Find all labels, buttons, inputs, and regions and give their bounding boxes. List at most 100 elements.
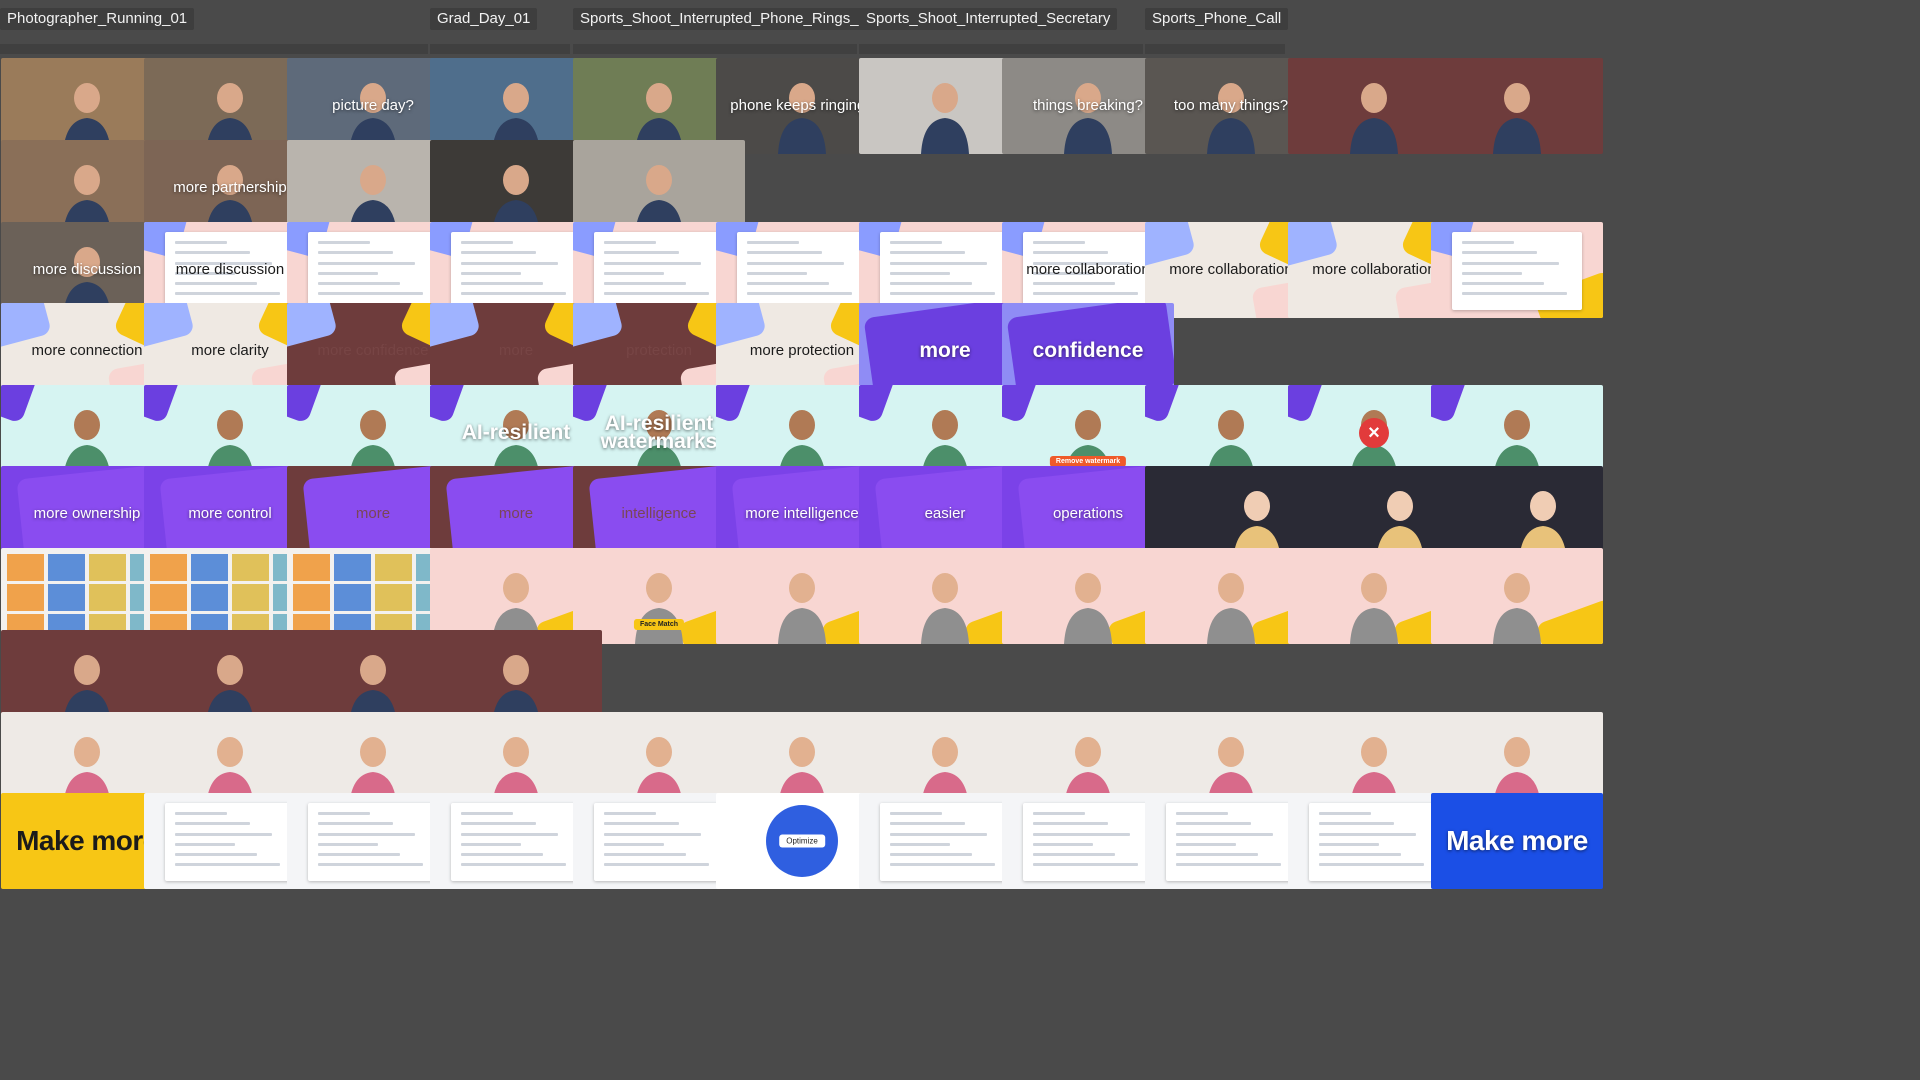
ui-line: [1462, 271, 1523, 275]
ui-line: [890, 241, 943, 245]
ui-line: [461, 292, 566, 296]
clip-label[interactable]: Grad_Day_01: [430, 8, 538, 30]
grid-photo: [150, 584, 187, 611]
ui-line: [1033, 832, 1130, 836]
ui-line: [604, 261, 701, 265]
remove-x-icon: ×: [1359, 418, 1389, 448]
ui-line: [890, 842, 951, 846]
grid-photo: [89, 584, 126, 611]
ui-screenshot: [1308, 802, 1440, 882]
person-figure: [1350, 573, 1398, 644]
ui-line: [1462, 292, 1567, 296]
ui-line: [318, 292, 423, 296]
person-figure: [1207, 573, 1255, 644]
ui-line: [1176, 832, 1273, 836]
grid-photo: [232, 584, 269, 611]
ui-line: [318, 852, 401, 856]
grid-photo: [150, 554, 187, 581]
ui-line: [175, 292, 280, 296]
person-figure: [1207, 83, 1255, 154]
ui-line: [1033, 281, 1116, 285]
clip-track-bar[interactable]: [859, 44, 1143, 54]
ui-line: [1033, 822, 1108, 826]
person-figure: [1493, 83, 1541, 154]
grid-photo: [7, 584, 44, 611]
ui-line: [1176, 852, 1259, 856]
ui-line: [747, 271, 808, 275]
ui-line: [1462, 251, 1537, 255]
grid-photo: [191, 584, 228, 611]
ui-line: [747, 281, 830, 285]
ui-screenshot: [450, 231, 582, 311]
ui-line: [175, 863, 280, 867]
person-figure: [1350, 83, 1398, 154]
clip-label[interactable]: Sports_Phone_Call: [1145, 8, 1289, 30]
ui-line: [890, 261, 987, 265]
ui-screenshot: [450, 802, 582, 882]
ui-line: [318, 281, 401, 285]
ui-line: [318, 241, 371, 245]
ui-line: [890, 292, 995, 296]
clip-label[interactable]: Sports_Shoot_Interrupted_Secretary: [859, 8, 1118, 30]
ui-line: [604, 271, 665, 275]
badge: Face Match: [633, 619, 685, 630]
ui-line: [318, 863, 423, 867]
ui-line: [604, 832, 701, 836]
clip-track-bar[interactable]: [430, 44, 570, 54]
ui-screenshot: [879, 802, 1011, 882]
clip-track-bar[interactable]: [573, 44, 857, 54]
ui-line: [890, 281, 973, 285]
ui-line: [175, 812, 228, 816]
ui-line: [1033, 292, 1138, 296]
ui-line: [461, 832, 558, 836]
ui-line: [604, 822, 679, 826]
ui-line: [1319, 863, 1424, 867]
thumbnail-caption: Make more: [1446, 825, 1588, 856]
ui-line: [175, 832, 272, 836]
thumbnail-tile[interactable]: [1431, 58, 1603, 154]
clip-label[interactable]: Photographer_Running_01: [0, 8, 195, 30]
ui-line: [1033, 241, 1086, 245]
clip-label[interactable]: Sports_Shoot_Interrupted_Phone_Rings_01: [573, 8, 883, 30]
ui-screenshot: [1165, 802, 1297, 882]
ui-line: [747, 251, 822, 255]
ui-line: [461, 852, 544, 856]
ui-line: [1319, 852, 1402, 856]
grid-photo: [293, 584, 330, 611]
ui-line: [175, 852, 258, 856]
clip-track-bar[interactable]: [1145, 44, 1285, 54]
optimize-button[interactable]: Optimize: [779, 834, 825, 848]
ui-line: [318, 842, 379, 846]
thumbnail-tile[interactable]: Make more: [1431, 793, 1603, 889]
ui-line: [1033, 863, 1138, 867]
ui-line: [461, 281, 544, 285]
person-figure: [921, 83, 969, 154]
ui-line: [890, 852, 973, 856]
ui-line: [1462, 241, 1515, 245]
ui-line: [1319, 812, 1372, 816]
ui-line: [747, 292, 852, 296]
ui-line: [1033, 852, 1116, 856]
ui-line: [175, 822, 250, 826]
ui-line: [747, 261, 844, 265]
ui-screenshot: [593, 231, 725, 311]
ui-line: [890, 832, 987, 836]
ui-line: [461, 863, 566, 867]
decorative-shape: [1002, 385, 1039, 424]
grid-photo: [334, 554, 371, 581]
ui-line: [1033, 251, 1108, 255]
clip-track-bar[interactable]: [0, 44, 428, 54]
ui-screenshot: [736, 231, 868, 311]
ui-line: [175, 241, 228, 245]
grid-photo: [48, 584, 85, 611]
ui-line: [604, 251, 679, 255]
ui-line: [604, 812, 657, 816]
ui-line: [175, 842, 236, 846]
grid-photo: [375, 554, 412, 581]
person-figure: [778, 83, 826, 154]
thumbnail-tile[interactable]: [1431, 548, 1603, 644]
thumbnail-caption: confidence: [1032, 339, 1144, 362]
ui-line: [604, 292, 709, 296]
thumbnail-tile[interactable]: [1431, 222, 1603, 318]
ui-line: [890, 863, 995, 867]
